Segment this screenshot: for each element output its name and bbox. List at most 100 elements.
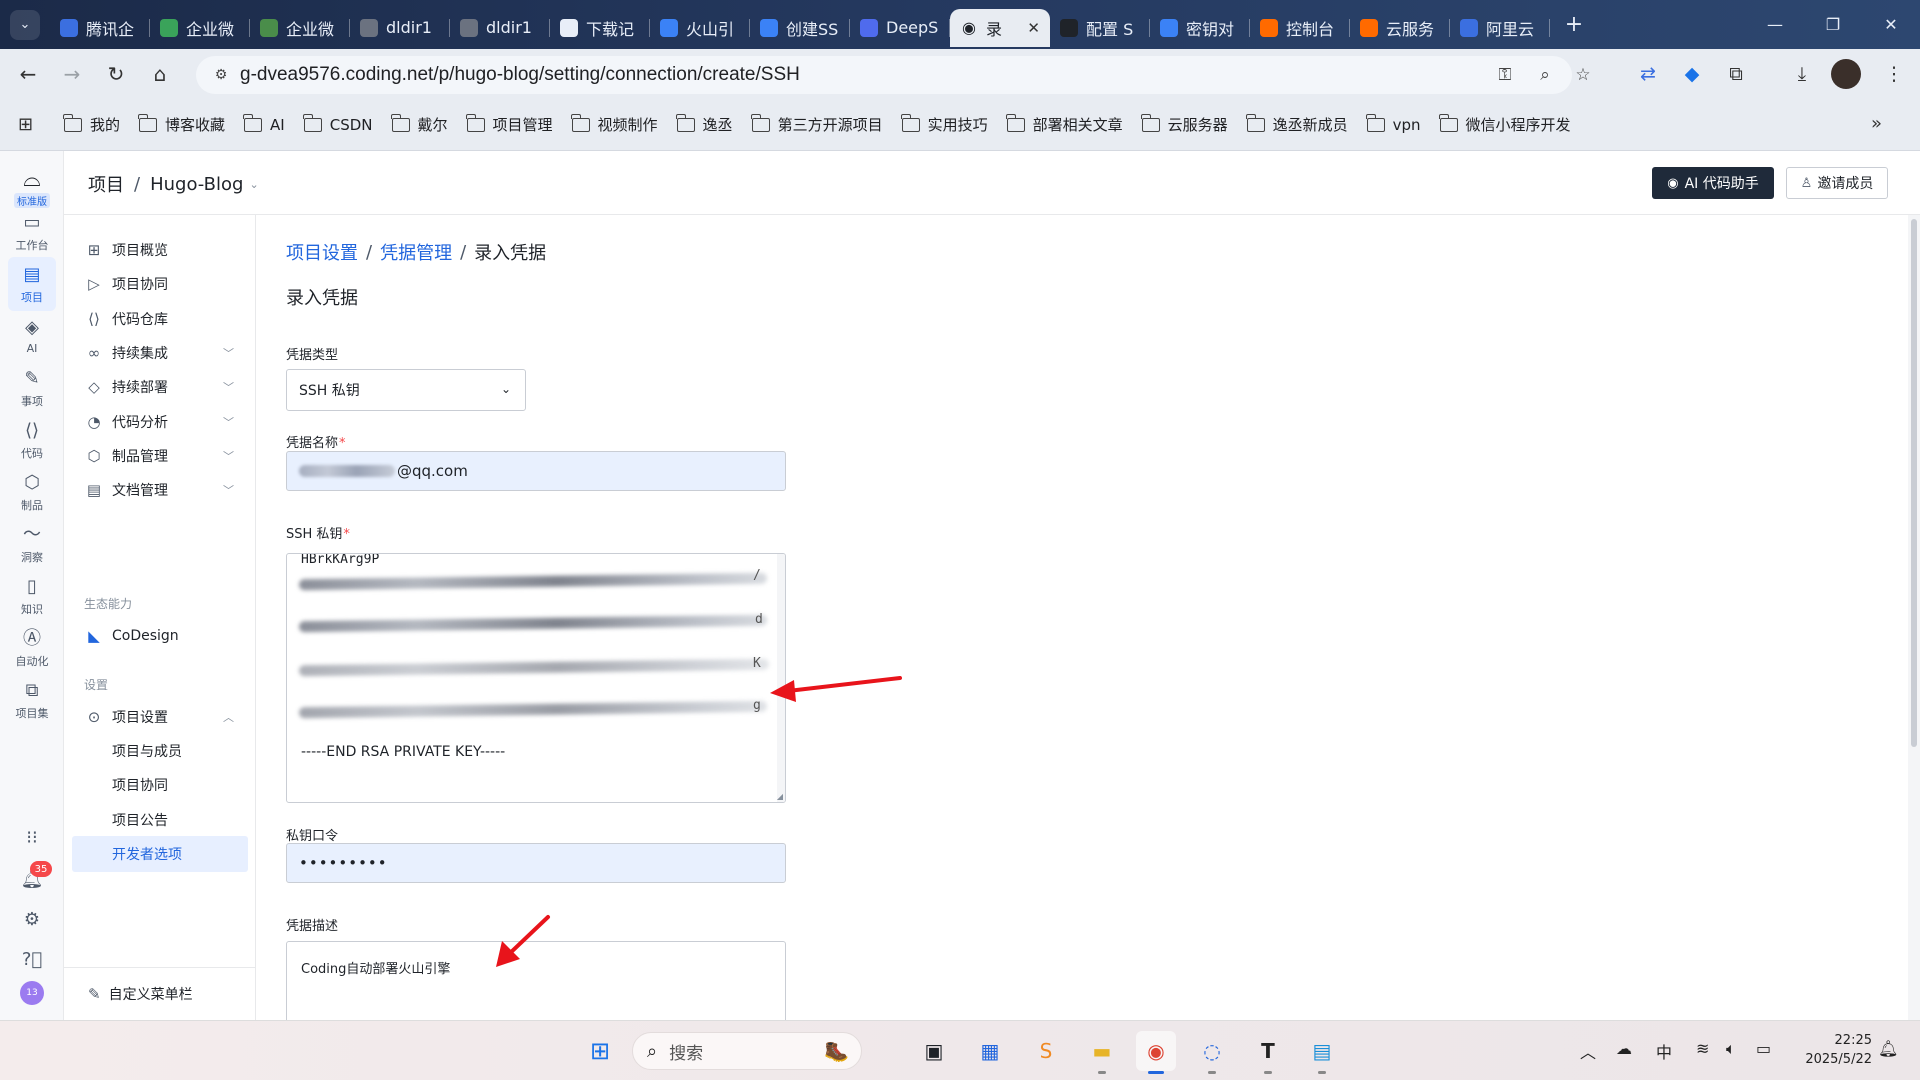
sidenav-subitem[interactable]: 项目协同 xyxy=(72,767,248,803)
star-icon[interactable]: ☆ xyxy=(1564,56,1602,94)
ssh-private-key-textarea[interactable]: HBrkKArg9P / d K g -----END RSA PRIVATE … xyxy=(286,553,786,803)
sidenav-item[interactable]: ⟨⟩ 代码仓库 xyxy=(72,301,248,337)
browser-tab[interactable]: 控制台 xyxy=(1250,9,1350,47)
new-tab-button[interactable]: + xyxy=(1560,12,1588,37)
project-name[interactable]: Hugo-Blog xyxy=(150,174,243,195)
rail-item[interactable]: ▤ 项目 xyxy=(8,257,56,311)
chat-app[interactable]: ◌ xyxy=(1192,1031,1232,1074)
browser-tab[interactable]: 企业微 xyxy=(250,9,350,47)
bookmark-folder[interactable]: 博客收藏 xyxy=(138,113,225,135)
windows-start-button[interactable]: ⊞ xyxy=(580,1031,620,1071)
bookmark-folder[interactable]: 第三方开源项目 xyxy=(750,113,883,135)
taskbar-search-box[interactable]: ⌕ 搜索 🥾 xyxy=(632,1032,862,1070)
sidenav-item[interactable]: ◔ 代码分析 ﹀ xyxy=(72,404,248,440)
page-scrollbar[interactable] xyxy=(1908,215,1920,1020)
more-menu-icon[interactable]: ⋮ xyxy=(1874,54,1914,94)
customize-menu-button[interactable]: ✎ 自定义菜单栏 xyxy=(64,967,256,1020)
bookmark-folder[interactable]: vpn xyxy=(1366,113,1421,135)
volume-icon[interactable]: 🔈︎ xyxy=(1726,1039,1736,1059)
browser-tab[interactable]: 腾讯企 xyxy=(50,9,150,47)
bookmark-folder[interactable]: 部署相关文章 xyxy=(1005,113,1123,135)
rail-item[interactable]: Ⓐ 自动化 xyxy=(8,621,56,675)
bookmark-folder[interactable]: 视频制作 xyxy=(570,113,658,135)
browser-tab[interactable]: 密钥对 xyxy=(1150,9,1250,47)
browser-tab[interactable]: DeepS xyxy=(850,9,950,47)
ime-indicator[interactable]: 中 xyxy=(1656,1039,1672,1063)
rail-settings-button[interactable]: ⚙ xyxy=(8,903,56,937)
sidenav-item-project-settings[interactable]: ⊙ 项目设置 ︿ xyxy=(72,699,248,735)
browser-tab[interactable]: ◉ 录 ✕ xyxy=(950,8,1050,47)
reload-button[interactable]: ↻ xyxy=(96,54,136,94)
system-clock[interactable]: 22:25 2025/5/22 xyxy=(1796,1031,1872,1069)
passphrase-input[interactable]: ••••••••• xyxy=(286,843,786,883)
sidenav-item[interactable]: ▷ 项目协同 xyxy=(72,266,248,302)
extensions-icon[interactable]: ⧉ xyxy=(1716,54,1756,94)
breadcrumb-project-settings[interactable]: 项目设置 xyxy=(286,239,358,265)
invite-member-button[interactable]: ♙ 邀请成员 xyxy=(1786,167,1888,199)
resize-handle-icon[interactable]: ◢ xyxy=(777,792,783,801)
chevron-up-icon[interactable]: ︿ xyxy=(1580,1039,1596,1063)
key-icon[interactable]: ⚿ xyxy=(1486,56,1524,94)
download-icon[interactable]: ⤓ xyxy=(1782,54,1822,94)
sidenav-subitem[interactable]: 项目与成员 xyxy=(72,733,248,769)
browser-tab[interactable]: dldir1 xyxy=(350,9,450,47)
bookmark-folder[interactable]: 微信小程序开发 xyxy=(1438,113,1571,135)
projects-link[interactable]: 项目 xyxy=(88,171,124,197)
browser-tab[interactable]: dldir1 xyxy=(450,9,550,47)
sidenav-item[interactable]: ⊞ 项目概览 xyxy=(72,232,248,268)
file-explorer-app[interactable]: ▬ xyxy=(1082,1031,1122,1074)
user-avatar[interactable]: 13 xyxy=(20,981,44,1005)
bookmark-folder[interactable]: 逸丞新成员 xyxy=(1246,113,1348,135)
rail-item[interactable]: ⧉ 项目集 xyxy=(8,673,56,727)
rail-item[interactable]: 〜洞察 xyxy=(8,517,56,571)
browser-tab[interactable]: 配置 S xyxy=(1050,9,1150,47)
bookmark-folder[interactable]: 戴尔 xyxy=(390,113,448,135)
home-button[interactable]: ⌂ xyxy=(140,54,180,94)
bookmark-folder[interactable]: 实用技巧 xyxy=(900,113,988,135)
minimize-button[interactable]: — xyxy=(1750,0,1800,49)
bookmark-folder[interactable]: 逸丞 xyxy=(675,113,733,135)
chrome-app[interactable]: ◉ xyxy=(1136,1031,1176,1074)
rail-item[interactable]: ✎ 事项 xyxy=(8,361,56,415)
url-text[interactable]: g-dvea9576.coding.net/p/hugo-blog/settin… xyxy=(240,64,800,86)
wifi-icon[interactable]: ≋ xyxy=(1696,1039,1709,1058)
sidenav-item[interactable]: ▤ 文档管理 ﹀ xyxy=(72,472,248,508)
close-window-button[interactable]: ✕ xyxy=(1866,0,1916,49)
browser-tab[interactable]: 下载记 xyxy=(550,9,650,47)
notification-bell-icon[interactable]: 🔔︎ xyxy=(1878,1039,1898,1058)
sidenav-item[interactable]: ⬡ 制品管理 ﹀ xyxy=(72,438,248,474)
onedrive-icon[interactable]: ☁ xyxy=(1616,1039,1632,1058)
typora-app[interactable]: T xyxy=(1248,1031,1288,1074)
site-info-icon[interactable]: ⚙ xyxy=(210,64,232,86)
rail-item[interactable]: ▯ 知识 xyxy=(8,569,56,623)
zoom-icon[interactable]: ⌕ xyxy=(1526,56,1564,94)
sidenav-subitem[interactable]: 开发者选项 xyxy=(72,835,248,872)
rail-help-button[interactable]: ?⃝ xyxy=(8,943,56,977)
forward-button[interactable]: → xyxy=(52,54,92,94)
bookmark-folder[interactable]: 我的 xyxy=(63,113,120,135)
sublime-app[interactable]: S xyxy=(1026,1031,1066,1071)
battery-icon[interactable]: ▭ xyxy=(1756,1039,1771,1058)
task-view-button[interactable]: ▣ xyxy=(914,1031,954,1071)
browser-tab[interactable]: 创建SS xyxy=(750,9,850,47)
translate-icon[interactable]: ⇄ xyxy=(1628,54,1668,94)
rail-item[interactable]: ▭ 工作台 xyxy=(8,205,56,259)
rail-item[interactable]: ◈ AI xyxy=(8,309,56,363)
coding-logo[interactable]: ⌓ 标准版 xyxy=(12,169,52,209)
browser-tab[interactable]: 阿里云 xyxy=(1450,9,1550,47)
notepad-app[interactable]: ▤ xyxy=(1302,1031,1342,1074)
sidenav-subitem[interactable]: 项目公告 xyxy=(72,802,248,838)
restore-button[interactable]: ❐ xyxy=(1808,0,1858,49)
chevron-down-icon[interactable]: ⌄ xyxy=(249,178,258,191)
rail-apps-button[interactable]: ⁝⁝ xyxy=(8,821,56,855)
sidenav-item[interactable]: ◇ 持续部署 ﹀ xyxy=(72,369,248,405)
credential-type-select[interactable]: SSH 私钥 ⌄ xyxy=(286,369,526,411)
close-tab-icon[interactable]: ✕ xyxy=(1027,19,1040,37)
ai-code-assistant-button[interactable]: ◉ AI 代码助手 xyxy=(1652,167,1774,199)
profile-avatar[interactable] xyxy=(1826,54,1866,94)
browser-tab[interactable]: 火山引 xyxy=(650,9,750,47)
sidenav-item[interactable]: ∞ 持续集成 ﹀ xyxy=(72,335,248,371)
apps-grid-icon[interactable]: ⊞ xyxy=(18,114,48,135)
address-bar[interactable]: ⚙ g-dvea9576.coding.net/p/hugo-blog/sett… xyxy=(196,56,1591,94)
tab-search-button[interactable]: ⌄ xyxy=(10,9,40,40)
